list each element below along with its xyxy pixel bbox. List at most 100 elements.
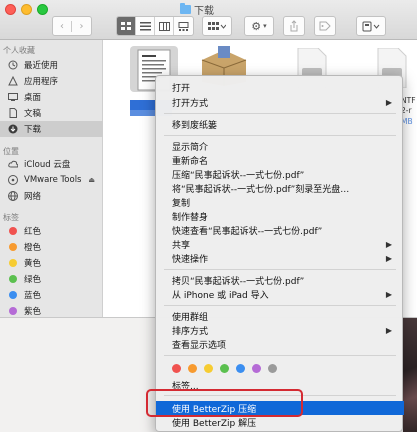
menu-tag-purple[interactable] xyxy=(252,364,261,373)
menu-item-label: 共享 xyxy=(172,240,191,251)
minimize-button[interactable] xyxy=(21,4,32,15)
sidebar-item-icloud[interactable]: iCloud 云盘 xyxy=(0,156,103,172)
list-icon xyxy=(139,21,151,30)
tag-color-dot xyxy=(9,291,17,299)
sidebar-item-network[interactable]: 网络 xyxy=(0,188,103,204)
menu-tag-gray[interactable] xyxy=(268,364,277,373)
menu-item-show-view-options[interactable]: 查看显示选项 xyxy=(156,337,404,351)
menu-tag-yellow[interactable] xyxy=(204,364,213,373)
menu-item-open-with[interactable]: 打开方式 ▶ xyxy=(156,95,404,109)
tag-color-dot xyxy=(9,259,17,267)
grid-icon xyxy=(120,21,131,30)
zoom-button[interactable] xyxy=(37,4,48,15)
tag-color-dot xyxy=(9,307,17,315)
context-menu: 打开 打开方式 ▶ 移到废纸篓 显示简介 重新命名 压缩“民事起诉状--一式七份.… xyxy=(155,75,404,432)
tag-color-dot xyxy=(9,275,17,283)
menu-item-share[interactable]: 共享 ▶ xyxy=(156,237,404,251)
tag-icon xyxy=(319,21,331,31)
dropbox-button[interactable] xyxy=(356,16,386,36)
sidebar-tag-red[interactable]: 红色 xyxy=(0,223,103,239)
document-icon xyxy=(8,108,18,118)
menu-item-quick-look[interactable]: 快速查看“民事起诉状--一式七份.pdf” xyxy=(156,223,404,237)
menu-item-label: 打开方式 xyxy=(172,98,209,109)
list-view-button[interactable] xyxy=(136,17,155,35)
annotation-highlight-box xyxy=(146,389,303,417)
menu-item-label: 查看显示选项 xyxy=(172,340,227,351)
menu-tag-orange[interactable] xyxy=(188,364,197,373)
icon-view-button[interactable] xyxy=(117,17,136,35)
sidebar-item-recents[interactable]: 最近使用 xyxy=(0,57,103,73)
menu-tag-red[interactable] xyxy=(172,364,181,373)
back-icon[interactable]: ‹ xyxy=(53,20,72,32)
sidebar-item-desktop[interactable]: 桌面 xyxy=(0,89,103,105)
arrange-button[interactable] xyxy=(202,16,232,36)
menu-item-rename[interactable]: 重新命名 xyxy=(156,153,404,167)
menu-separator xyxy=(164,355,396,356)
tag-color-dot xyxy=(9,243,17,251)
menu-item-burn-to-disc[interactable]: 将“民事起诉状--一式七份.pdf”刻录至光盘… xyxy=(156,181,404,195)
menu-item-get-info[interactable]: 显示简介 xyxy=(156,139,404,153)
menu-item-label: 使用 BetterZip 解压 xyxy=(172,418,257,429)
column-view-button[interactable] xyxy=(155,17,174,35)
menu-item-sort-by[interactable]: 排序方式 ▶ xyxy=(156,323,404,337)
sidebar-item-label: iCloud 云盘 xyxy=(24,160,71,170)
menu-item-open[interactable]: 打开 xyxy=(156,80,404,94)
columns-icon xyxy=(158,21,170,31)
menu-item-label: 从 iPhone 或 iPad 导入 xyxy=(172,290,269,301)
close-button[interactable] xyxy=(5,4,16,15)
submenu-arrow-icon: ▶ xyxy=(385,253,392,263)
dropbox-icon xyxy=(362,21,380,31)
menu-item-label: 将“民事起诉状--一式七份.pdf”刻录至光盘… xyxy=(172,184,350,195)
menu-item-duplicate[interactable]: 复制 xyxy=(156,195,404,209)
sidebar-tag-purple[interactable]: 紫色 xyxy=(0,303,103,317)
menu-item-move-to-trash[interactable]: 移到废纸篓 xyxy=(156,117,404,131)
menu-item-label: 排序方式 xyxy=(172,326,209,337)
sidebar-item-label: 下载 xyxy=(24,125,42,135)
sidebar-item-applications[interactable]: 应用程序 xyxy=(0,73,103,89)
menu-item-label: 重新命名 xyxy=(172,156,209,167)
menu-item-import-from-iphone[interactable]: 从 iPhone 或 iPad 导入 ▶ xyxy=(156,287,404,301)
sidebar-item-label: 绿色 xyxy=(24,275,42,285)
menu-separator xyxy=(164,113,396,114)
menu-tag-green[interactable] xyxy=(220,364,229,373)
menu-item-label: 压缩“民事起诉状--一式七份.pdf” xyxy=(172,170,305,181)
menu-separator xyxy=(164,305,396,306)
sidebar-tag-blue[interactable]: 蓝色 xyxy=(0,287,103,303)
gallery-view-button[interactable] xyxy=(174,17,193,35)
sidebar-tag-yellow[interactable]: 黄色 xyxy=(0,255,103,271)
menu-separator xyxy=(164,269,396,270)
menu-item-copy[interactable]: 拷贝“民事起诉状--一式七份.pdf” xyxy=(156,273,404,287)
menu-item-use-groups[interactable]: 使用群组 xyxy=(156,309,404,323)
sidebar-item-documents[interactable]: 文稿 xyxy=(0,105,103,121)
gear-icon: ⚙ xyxy=(251,19,262,33)
sidebar-item-label: 橙色 xyxy=(24,243,42,253)
menu-item-quick-actions[interactable]: 快速操作 ▶ xyxy=(156,251,404,265)
menu-item-make-alias[interactable]: 制作替身 xyxy=(156,209,404,223)
sidebar-item-label: VMware Tools xyxy=(24,175,82,185)
menu-item-label: 打开 xyxy=(172,83,191,94)
share-button[interactable] xyxy=(283,16,305,36)
desktop-wallpaper xyxy=(403,318,417,432)
action-button[interactable]: ⚙ ▾ xyxy=(244,16,274,36)
sidebar-item-label: 蓝色 xyxy=(24,291,42,301)
back-forward-control: ‹ › xyxy=(52,16,92,36)
submenu-arrow-icon: ▶ xyxy=(385,289,392,299)
sidebar-item-label: 网络 xyxy=(24,192,42,202)
menu-tag-blue[interactable] xyxy=(236,364,245,373)
tag-button[interactable] xyxy=(314,16,336,36)
cloud-icon xyxy=(8,159,18,169)
sidebar-tag-orange[interactable]: 橙色 xyxy=(0,239,103,255)
globe-icon xyxy=(8,191,18,201)
sidebar-item-downloads[interactable]: 下载 xyxy=(0,121,103,137)
menu-item-betterzip-extract[interactable]: 使用 BetterZip 解压 xyxy=(156,415,404,429)
eject-icon[interactable]: ⏏ xyxy=(88,176,95,184)
submenu-arrow-icon: ▶ xyxy=(385,239,392,249)
sidebar: 个人收藏 最近使用 应用程序 桌面 文稿 下载 位置 iCloud 云盘 VMw… xyxy=(0,40,103,317)
sidebar-tag-green[interactable]: 绿色 xyxy=(0,271,103,287)
menu-item-compress[interactable]: 压缩“民事起诉状--一式七份.pdf” xyxy=(156,167,404,181)
menu-separator xyxy=(164,135,396,136)
menu-item-label: 快速操作 xyxy=(172,254,209,265)
sidebar-item-vmware-tools[interactable]: VMware Tools ⏏ xyxy=(0,172,103,188)
forward-icon[interactable]: › xyxy=(72,21,91,32)
window-title-text: 下载 xyxy=(194,5,214,17)
